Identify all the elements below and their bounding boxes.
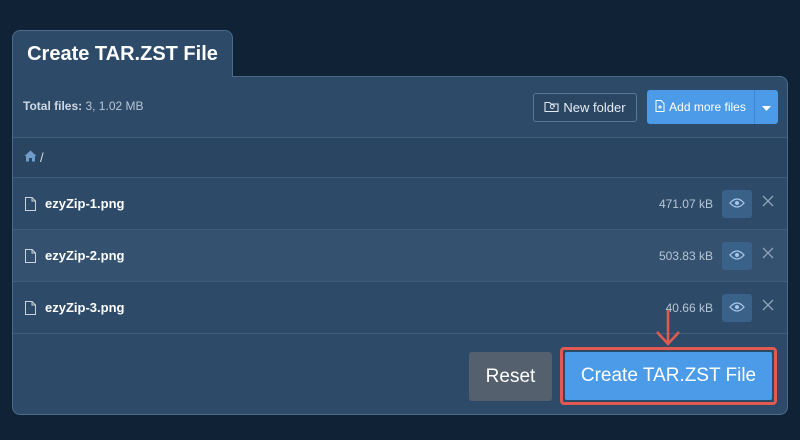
close-icon [762, 194, 774, 212]
create-tar-zst-button[interactable]: Create TAR.ZST File [565, 352, 772, 400]
close-icon [762, 298, 774, 316]
remove-file-button[interactable] [761, 246, 775, 264]
caret-down-icon [762, 98, 771, 116]
file-name: ezyZip-3.png [45, 300, 125, 315]
add-more-files-button[interactable]: Add more files [647, 90, 778, 124]
file-row: ezyZip-1.png 471.07 kB [13, 178, 787, 230]
create-button-highlight: Create TAR.ZST File [560, 347, 777, 405]
eye-icon [729, 299, 745, 317]
preview-button[interactable] [722, 190, 752, 218]
tab-title: Create TAR.ZST File [27, 42, 218, 65]
remove-file-button[interactable] [761, 298, 775, 316]
file-name: ezyZip-2.png [45, 248, 125, 263]
folder-refresh-icon [544, 100, 559, 116]
total-files-summary: Total files: 3, 1.02 MB [23, 99, 144, 113]
eye-icon [729, 247, 745, 265]
file-size: 471.07 kB [658, 197, 713, 211]
new-folder-label: New folder [563, 100, 626, 115]
file-icon [25, 197, 36, 216]
total-files-label: Total files: [23, 99, 83, 113]
file-panel: Total files: 3, 1.02 MB New folder Add m… [12, 76, 788, 415]
reset-label: Reset [485, 365, 536, 387]
file-name: ezyZip-1.png [45, 196, 125, 211]
add-more-files-main[interactable]: Add more files [647, 90, 754, 124]
remove-file-button[interactable] [761, 194, 775, 212]
breadcrumb-path: / [40, 150, 44, 165]
file-size: 503.83 kB [658, 249, 713, 263]
add-more-files-label: Add more files [669, 100, 746, 114]
total-files-value: 3, 1.02 MB [85, 99, 144, 113]
new-folder-button[interactable]: New folder [533, 93, 637, 122]
home-icon[interactable] [24, 150, 37, 165]
add-more-dropdown-toggle[interactable] [755, 90, 778, 124]
file-row: ezyZip-2.png 503.83 kB [13, 230, 787, 282]
preview-button[interactable] [722, 242, 752, 270]
down-arrow-icon [654, 309, 682, 352]
preview-button[interactable] [722, 294, 752, 322]
file-add-icon [655, 99, 665, 115]
file-icon [25, 301, 36, 320]
close-icon [762, 246, 774, 264]
file-icon [25, 249, 36, 268]
toolbar: Total files: 3, 1.02 MB New folder Add m… [13, 77, 787, 137]
eye-icon [729, 195, 745, 213]
create-label: Create TAR.ZST File [580, 365, 757, 386]
breadcrumb: / [13, 137, 787, 178]
tab-create-tar-zst[interactable]: Create TAR.ZST File [12, 30, 233, 77]
reset-button[interactable]: Reset [469, 352, 552, 401]
